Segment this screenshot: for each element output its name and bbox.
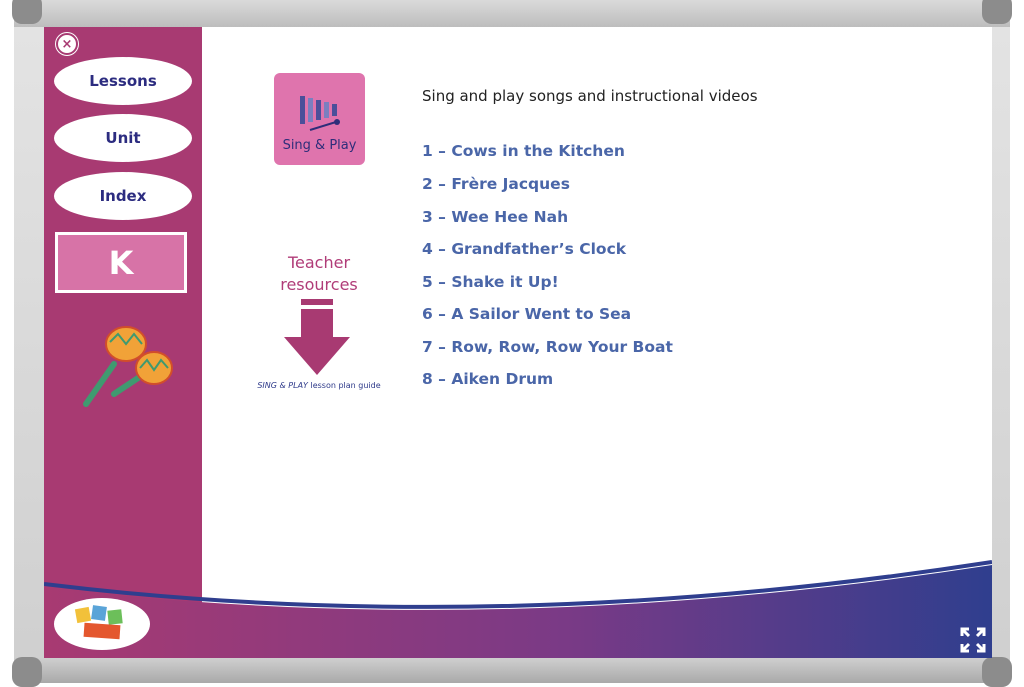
close-icon[interactable]: ×: [56, 33, 78, 55]
frame-corner: [982, 0, 1012, 24]
song-link[interactable]: 2 – Frère Jacques: [422, 175, 570, 193]
sing-and-play-label: Sing & Play: [282, 138, 357, 153]
xylophone-icon: [299, 96, 340, 131]
guide-title: SING & PLAY: [257, 381, 308, 390]
teacher-resources-link[interactable]: Teacher resources: [262, 252, 376, 296]
frame-corner: [12, 0, 42, 24]
lesson-plan-guide-label[interactable]: SING & PLAY lesson plan guide: [244, 381, 394, 390]
guide-rest: lesson plan guide: [307, 381, 381, 390]
download-arrow-icon[interactable]: [284, 299, 350, 377]
frame-bottom-bar: [14, 658, 1010, 683]
frame-top-bar: [14, 0, 1010, 27]
song-link[interactable]: 4 – Grandfather’s Clock: [422, 240, 626, 258]
song-link[interactable]: 8 – Aiken Drum: [422, 370, 553, 388]
song-link[interactable]: 1 – Cows in the Kitchen: [422, 142, 625, 160]
unit-button[interactable]: Unit: [54, 114, 192, 162]
page-intro: Sing and play songs and instructional vi…: [422, 87, 758, 105]
grade-k-button[interactable]: K: [55, 232, 187, 293]
teacher-resources-line2: resources: [280, 275, 358, 294]
sing-and-play-button[interactable]: Sing & Play: [274, 73, 365, 165]
whiteboard: × Lessons Unit Index K Sing & Play Teach…: [44, 27, 992, 658]
teacher-resources-line1: Teacher: [287, 253, 351, 272]
song-link[interactable]: 5 – Shake it Up!: [422, 273, 559, 291]
song-link[interactable]: 7 – Row, Row, Row Your Boat: [422, 338, 673, 356]
fullscreen-icon[interactable]: [960, 627, 986, 653]
fun-music-logo: [54, 598, 150, 650]
lessons-button[interactable]: Lessons: [54, 57, 192, 105]
song-link[interactable]: 6 – A Sailor Went to Sea: [422, 305, 631, 323]
index-button[interactable]: Index: [54, 172, 192, 220]
maracas-icon: [83, 326, 173, 407]
song-link[interactable]: 3 – Wee Hee Nah: [422, 208, 568, 226]
footer-wave: [44, 560, 992, 658]
